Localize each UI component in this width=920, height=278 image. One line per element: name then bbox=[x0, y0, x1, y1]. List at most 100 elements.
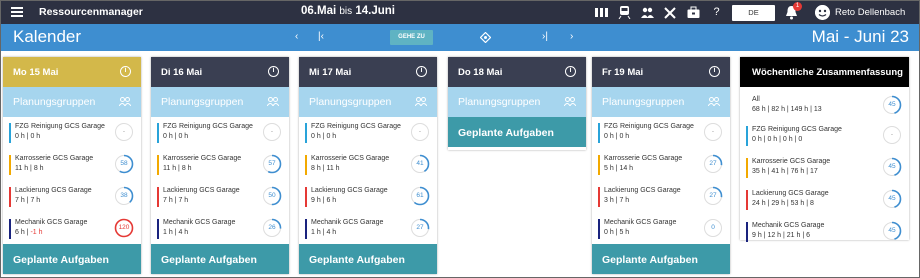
group-color-bar bbox=[157, 123, 159, 143]
date-separator: bis bbox=[339, 6, 353, 17]
help-icon[interactable]: ? bbox=[710, 5, 723, 19]
planned-tasks-label: Geplante Aufgaben bbox=[309, 254, 405, 266]
weekly-summary: Wöchentliche Zusammenfassung All 68 h | 82… bbox=[740, 57, 909, 242]
group-row[interactable]: Lackierung GCS Garage 9 h | 6 h 61 bbox=[299, 181, 437, 213]
group-color-bar bbox=[305, 123, 307, 143]
utilization-ring: 45 bbox=[882, 221, 902, 241]
group-name: Mechanik GCS Garage bbox=[604, 219, 677, 226]
top-bar: Ressourcenmanager 06.Mai bis 14.Juni ? D… bbox=[1, 1, 919, 24]
planned-tasks-button[interactable]: Geplante Aufgaben bbox=[299, 244, 437, 274]
toolbar-icons: ? bbox=[595, 5, 723, 19]
utilization-value: - bbox=[890, 131, 894, 138]
planning-groups-label: Planungsgruppen bbox=[602, 96, 685, 108]
info-icon[interactable]: i bbox=[268, 66, 279, 77]
group-hours: 11 h | 8 h bbox=[163, 165, 192, 172]
group-row[interactable]: Mechanik GCS Garage 1 h | 4 h 27 bbox=[299, 213, 437, 245]
group-row[interactable]: FZG Reinigung GCS Garage 0 h | 0 h - bbox=[151, 117, 289, 149]
planning-groups-header[interactable]: Planungsgruppen bbox=[299, 87, 437, 117]
avatar[interactable] bbox=[815, 5, 830, 20]
group-row[interactable]: Lackierung GCS Garage 7 h | 7 h 38 bbox=[3, 181, 141, 213]
group-color-bar bbox=[598, 219, 600, 239]
utilization-ring: 57 bbox=[262, 154, 282, 174]
next-icon[interactable]: › bbox=[570, 31, 573, 42]
target-icon[interactable] bbox=[480, 32, 491, 43]
day-header: Di 16 Mai i bbox=[151, 57, 289, 87]
group-row[interactable]: FZG Reinigung GCS Garage 0 h | 0 h | 0 h … bbox=[740, 120, 909, 152]
utilization-ring: - bbox=[882, 125, 902, 145]
group-row[interactable]: Lackierung GCS Garage 7 h | 7 h 50 bbox=[151, 181, 289, 213]
group-row[interactable]: Mechanik GCS Garage 0 h | 5 h 0 bbox=[592, 213, 730, 245]
group-name: FZG Reinigung GCS Garage bbox=[311, 123, 401, 130]
group-row[interactable]: Karrosserie GCS Garage 8 h | 11 h 41 bbox=[299, 149, 437, 181]
group-row[interactable]: Mechanik GCS Garage 1 h | 4 h 26 bbox=[151, 213, 289, 245]
day-column: Do 18 Mai i Planungsgruppen Geplante Aufgab… bbox=[448, 57, 586, 150]
planning-groups-header[interactable]: Planungsgruppen bbox=[151, 87, 289, 117]
group-hours: 0 h | 5 h bbox=[604, 229, 630, 236]
menu-icon[interactable] bbox=[11, 7, 23, 17]
group-row[interactable]: Lackierung GCS Garage 24 h | 29 h | 53 h … bbox=[740, 184, 909, 216]
columns-icon[interactable] bbox=[595, 5, 608, 19]
group-hours: 0 h | 0 h bbox=[311, 133, 337, 140]
group-color-bar bbox=[9, 123, 11, 143]
user-name[interactable]: Reto Dellenbach bbox=[835, 7, 905, 18]
planned-tasks-button[interactable]: Geplante Aufgaben bbox=[3, 244, 141, 274]
utilization-value: 120 bbox=[118, 224, 130, 231]
weekly-title: Wöchentliche Zusammenfassung bbox=[752, 67, 903, 78]
group-hours: 8 h | 11 h bbox=[311, 165, 340, 172]
group-row[interactable]: Lackierung GCS Garage 3 h | 7 h 27 bbox=[592, 181, 730, 213]
group-row[interactable]: All 68 h | 82 h | 149 h | 13 45 bbox=[740, 90, 909, 120]
group-hours: 7 h | 7 h bbox=[15, 197, 41, 204]
group-row[interactable]: Karrosserie GCS Garage 5 h | 14 h 27 bbox=[592, 149, 730, 181]
goto-button[interactable]: GEHE ZU bbox=[390, 30, 433, 45]
language-select[interactable]: DE bbox=[732, 5, 775, 21]
group-hours: 35 h | 41 h | 76 h | 17 bbox=[752, 168, 818, 175]
group-row[interactable]: FZG Reinigung GCS Garage 0 h | 0 h - bbox=[299, 117, 437, 149]
prev-icon[interactable]: ‹ bbox=[295, 31, 298, 42]
people-icon bbox=[563, 97, 577, 109]
group-name: Karrosserie GCS Garage bbox=[15, 155, 94, 162]
group-name: Karrosserie GCS Garage bbox=[163, 155, 242, 162]
planning-groups-header[interactable]: Planungsgruppen bbox=[3, 87, 141, 117]
tools-icon[interactable] bbox=[664, 5, 677, 19]
info-icon[interactable]: i bbox=[709, 66, 720, 77]
planning-groups-header[interactable]: Planungsgruppen bbox=[592, 87, 730, 117]
info-icon[interactable]: i bbox=[565, 66, 576, 77]
planned-tasks-button[interactable]: Geplante Aufgaben bbox=[448, 117, 586, 147]
group-color-bar bbox=[305, 187, 307, 207]
people-icon[interactable] bbox=[641, 5, 654, 19]
group-hours: 1 h | 4 h bbox=[311, 229, 337, 236]
group-name: Lackierung GCS Garage bbox=[752, 190, 829, 197]
group-row[interactable]: FZG Reinigung GCS Garage 0 h | 0 h - bbox=[3, 117, 141, 149]
planning-groups-header[interactable]: Planungsgruppen bbox=[448, 87, 586, 117]
group-row[interactable]: Karrosserie GCS Garage 35 h | 41 h | 76 h… bbox=[740, 152, 909, 184]
utilization-value: 26 bbox=[268, 224, 276, 231]
utilization-ring: 27 bbox=[703, 186, 723, 206]
utilization-value: 45 bbox=[888, 101, 896, 108]
group-name: FZG Reinigung GCS Garage bbox=[163, 123, 253, 130]
info-icon[interactable]: i bbox=[120, 66, 131, 77]
group-list: FZG Reinigung GCS Garage 0 h | 0 h - Karros… bbox=[299, 117, 437, 244]
group-list: FZG Reinigung GCS Garage 0 h | 0 h - Karros… bbox=[151, 117, 289, 244]
utilization-ring: 50 bbox=[262, 186, 282, 206]
planned-tasks-button[interactable]: Geplante Aufgaben bbox=[592, 244, 730, 274]
utilization-value: 61 bbox=[416, 192, 424, 199]
first-icon[interactable]: |‹ bbox=[318, 31, 324, 42]
group-row[interactable]: Karrosserie GCS Garage 11 h | 8 h 57 bbox=[151, 149, 289, 181]
planned-tasks-label: Geplante Aufgaben bbox=[602, 254, 698, 266]
group-row[interactable]: Mechanik GCS Garage 9 h | 12 h | 21 h | 6… bbox=[740, 216, 909, 248]
planned-tasks-button[interactable]: Geplante Aufgaben bbox=[151, 244, 289, 274]
planning-groups-label: Planungsgruppen bbox=[161, 96, 244, 108]
briefcase-icon[interactable] bbox=[687, 5, 700, 19]
group-row[interactable]: FZG Reinigung GCS Garage 0 h | 0 h - bbox=[592, 117, 730, 149]
info-icon[interactable]: i bbox=[416, 66, 427, 77]
group-list: FZG Reinigung GCS Garage 0 h | 0 h - Karros… bbox=[592, 117, 730, 244]
group-hours: 1 h | 4 h bbox=[163, 229, 189, 236]
people-icon bbox=[414, 97, 428, 109]
group-color-bar bbox=[305, 155, 307, 175]
group-row[interactable]: Mechanik GCS Garage 6 h | -1 h 120 bbox=[3, 213, 141, 245]
utilization-value: 45 bbox=[888, 227, 896, 234]
group-row[interactable]: Karrosserie GCS Garage 11 h | 8 h 58 bbox=[3, 149, 141, 181]
train-icon[interactable] bbox=[618, 5, 631, 19]
planned-tasks-label: Geplante Aufgaben bbox=[13, 254, 109, 266]
last-icon[interactable]: ›| bbox=[542, 31, 548, 42]
